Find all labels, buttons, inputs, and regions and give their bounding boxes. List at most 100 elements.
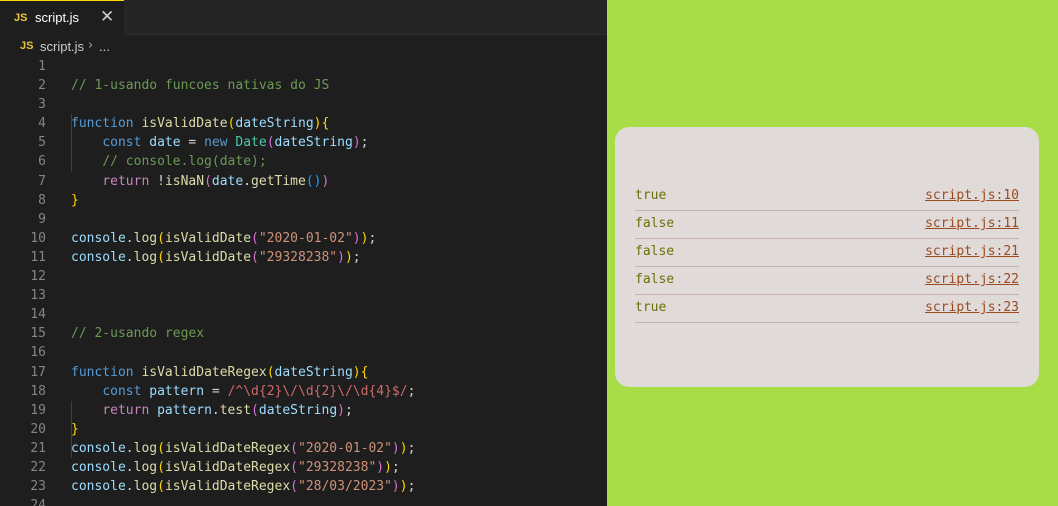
source-link[interactable]: script.js:22 [925,272,1019,287]
code-token: date [211,173,244,189]
code-token: return [102,402,158,418]
tab-script-js[interactable]: JS script.js ✕ [0,0,124,35]
code-token: ) [376,459,385,475]
code-token: = [204,383,228,399]
code-token: . [125,479,134,495]
code-token: ; [407,383,416,399]
source-link[interactable]: script.js:23 [925,300,1019,315]
console-row: true script.js:10 [635,183,1019,211]
code-line[interactable]: 10 console.log(isValidDate("2020-01-02"))… [0,229,607,248]
code-token: = [180,135,205,151]
line-number: 15 [30,326,46,342]
line-number: 17 [30,364,46,380]
code-line[interactable]: 14 [0,305,607,324]
code-line[interactable]: 16 [0,343,607,362]
code-line[interactable]: 4 function isValidDate(dateString){ [0,114,607,133]
code-text: // 2-usando regex [71,324,204,343]
code-token: ( [251,249,259,265]
code-line[interactable]: 22 console.log(isValidDateRegex("29328238… [0,458,607,477]
code-line[interactable]: 7 return !isNaN(date.getTime()) [0,172,607,191]
line-number: 4 [38,116,46,132]
code-line[interactable]: 15 // 2-usando regex [0,324,607,343]
line-number: 20 [30,421,46,437]
code-token: ( [157,249,165,265]
code-token: ) [344,249,353,265]
chevron-right-icon: › [88,38,94,53]
code-line[interactable]: 18 const pattern = /^\d{2}\/\d{2}\/\d{4}… [0,382,607,401]
code-token: log [133,459,158,475]
code-line[interactable]: 13 [0,286,607,305]
code-token: console [71,440,126,456]
code-token: function [71,364,142,380]
code-token: } [71,421,79,437]
code-token: return [102,173,158,189]
code-token: ) [384,459,392,475]
code-token: isValidDateRegex [141,364,267,380]
code-token: getTime [251,173,306,189]
close-icon[interactable]: ✕ [100,7,114,27]
code-line[interactable]: 20} [0,420,607,439]
code-token: function [71,116,142,132]
code-token: console [71,459,126,475]
code-area[interactable]: 1 2// 1-usando funcoes nativas do JS 3 4 fun… [0,57,607,506]
code-token: log [133,440,158,456]
code-line[interactable]: 1 [0,57,607,76]
console-value: false [635,216,675,231]
code-text: } [71,420,79,439]
code-line[interactable]: 8} [0,191,607,210]
code-token: ( [204,173,212,189]
code-token: "29328238" [258,249,338,265]
code-token: ( [157,459,165,475]
code-token: ! [157,173,165,189]
code-token: new [204,135,236,151]
code-token: . [125,459,134,475]
code-editor[interactable]: JS script.js ✕ JS script.js › ... 1 2// 1… [0,0,607,506]
code-token: . [211,402,220,418]
source-link[interactable]: script.js:21 [925,244,1019,259]
source-link[interactable]: script.js:10 [925,188,1019,203]
code-line[interactable]: 24 [0,496,607,506]
code-text: console.log(isValidDateRegex("28/03/2023… [71,477,415,496]
code-text: // console.log(date); [71,152,266,171]
breadcrumb-symbols[interactable]: ... [99,39,110,54]
code-token: isValidDate [141,116,228,132]
source-link[interactable]: script.js:11 [925,216,1019,231]
code-line[interactable]: 2 // 1-usando funcoes nativas do JS [0,76,607,95]
code-line[interactable]: 21 console.log(isValidDateRegex("2020-01-… [0,439,607,458]
line-number: 21 [30,440,46,456]
line-number: 13 [30,288,46,304]
line-number: 23 [30,479,46,495]
code-token: ) [337,402,345,418]
code-text: const pattern = /^\d{2}\/\d{2}\/\d{4}$/; [71,382,415,401]
code-line[interactable]: 12 [0,267,607,286]
code-token: console [71,479,126,495]
code-token: // 1-usando funcoes nativas do JS [71,78,330,94]
tab-label: script.js [35,10,80,25]
code-token: ( [157,230,165,246]
code-line[interactable]: 19 return pattern.test(dateString); [0,401,607,420]
code-line[interactable]: 9 [0,210,607,229]
code-line[interactable]: 6 // console.log(date); [0,152,607,171]
code-token: ; [407,479,416,495]
code-line[interactable]: 23 console.log(isValidDateRegex("28/03/20… [0,477,607,496]
code-token: ) [391,479,400,495]
code-line[interactable]: 3 [0,95,607,114]
code-token: "2020-01-02" [298,440,392,456]
breadcrumb-file[interactable]: script.js [40,39,84,54]
code-token: ( [290,440,298,456]
line-number: 22 [30,459,46,475]
code-line[interactable]: 17 function isValidDateRegex(dateString){ [0,363,607,382]
code-token: ( [251,230,259,246]
console-row: true script.js:23 [635,295,1019,323]
code-token: isValidDateRegex [164,440,291,456]
code-text: console.log(isValidDate("2020-01-02")); [71,229,376,248]
code-token: log [133,479,158,495]
code-line[interactable]: 11 console.log(isValidDate("29328238")); [0,248,607,267]
code-text: return !isNaN(date.getTime()) [71,172,329,191]
line-number: 9 [38,211,46,227]
code-token: ( [290,479,298,495]
code-text: const date = new Date(dateString); [71,133,368,152]
code-line[interactable]: 5 const date = new Date(dateString); [0,133,607,152]
